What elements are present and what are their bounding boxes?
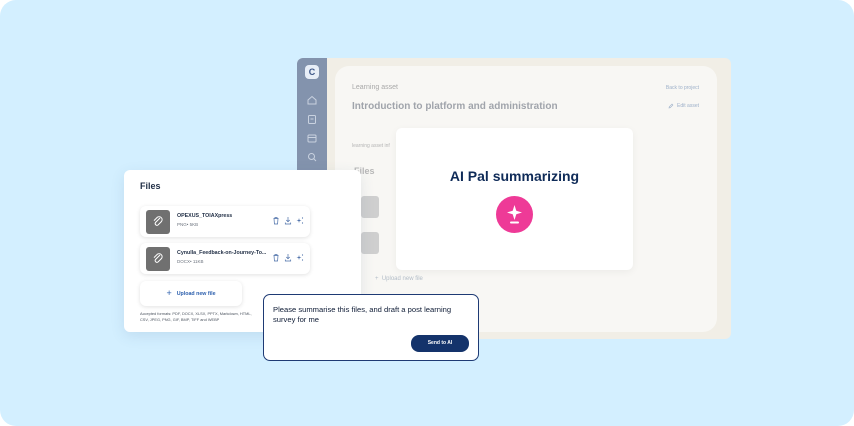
attachment-icon	[153, 253, 163, 263]
pencil-icon	[668, 103, 674, 109]
file-meta: DOCX• 11KB	[177, 259, 204, 264]
ai-sparkle-badge	[496, 196, 533, 233]
edit-asset-button[interactable]: Edit asset	[668, 103, 699, 109]
stage: C Learning asset Back to project Introdu…	[0, 0, 854, 426]
search-icon[interactable]	[306, 151, 318, 163]
upload-new-file-link[interactable]: + Upload new file	[375, 276, 423, 282]
home-icon[interactable]	[306, 94, 318, 106]
prompt-input-text[interactable]: Please summarise this files, and draft a…	[273, 305, 473, 325]
file-meta: PNG• 5KB	[177, 222, 199, 227]
tab-learning-asset-info[interactable]: learning asset inf	[352, 143, 390, 149]
attachment-icon	[153, 216, 163, 226]
ai-prompt-box[interactable]: Please summarise this files, and draft a…	[263, 294, 479, 361]
file-thumbnail	[361, 232, 379, 254]
page-title: Introduction to platform and administrat…	[352, 101, 558, 112]
upload-label: Upload new file	[381, 276, 423, 282]
files-panel-title: Files	[140, 181, 161, 191]
ai-sparkle-icon[interactable]	[296, 216, 304, 225]
file-thumbnail	[146, 247, 170, 271]
file-thumbnail	[361, 196, 379, 218]
breadcrumb[interactable]: Learning asset	[352, 84, 398, 91]
canvas-background: C Learning asset Back to project Introdu…	[0, 0, 854, 426]
modal-title: AI Pal summarizing	[449, 168, 580, 184]
file-row[interactable]: OPEXUS_TOIAXpress PNG• 5KB	[140, 206, 310, 237]
file-actions	[272, 253, 304, 262]
download-icon[interactable]	[284, 253, 292, 262]
back-to-project-link[interactable]: Back to project	[666, 85, 699, 91]
clipboard-icon[interactable]	[306, 113, 318, 125]
plus-icon: +	[166, 288, 172, 298]
send-to-ai-button[interactable]: Send to AI	[411, 335, 469, 352]
file-name: Cynulla_Feedback-on-Journey-To...	[177, 250, 267, 256]
upload-button-label: Upload new file	[176, 290, 216, 297]
file-thumbnail	[146, 210, 170, 234]
file-actions	[272, 216, 304, 225]
sparkle-icon	[507, 205, 522, 224]
archive-icon[interactable]	[306, 132, 318, 144]
ai-sparkle-icon[interactable]	[296, 253, 304, 262]
accepted-formats-note: Accepted formats: PDF, DOCX, XLSX, PPTX,…	[140, 311, 252, 322]
file-row[interactable]: Cynulla_Feedback-on-Journey-To... DOCX• …	[140, 243, 310, 274]
download-icon[interactable]	[284, 216, 292, 225]
trash-icon[interactable]	[272, 216, 280, 225]
upload-new-file-button[interactable]: + Upload new file	[140, 281, 242, 306]
app-logo[interactable]: C	[305, 65, 319, 79]
ai-pal-modal: AI Pal summarizing	[396, 128, 633, 270]
trash-icon[interactable]	[272, 253, 280, 262]
edit-asset-label: Edit asset	[677, 103, 699, 109]
file-name: OPEXUS_TOIAXpress	[177, 213, 233, 219]
